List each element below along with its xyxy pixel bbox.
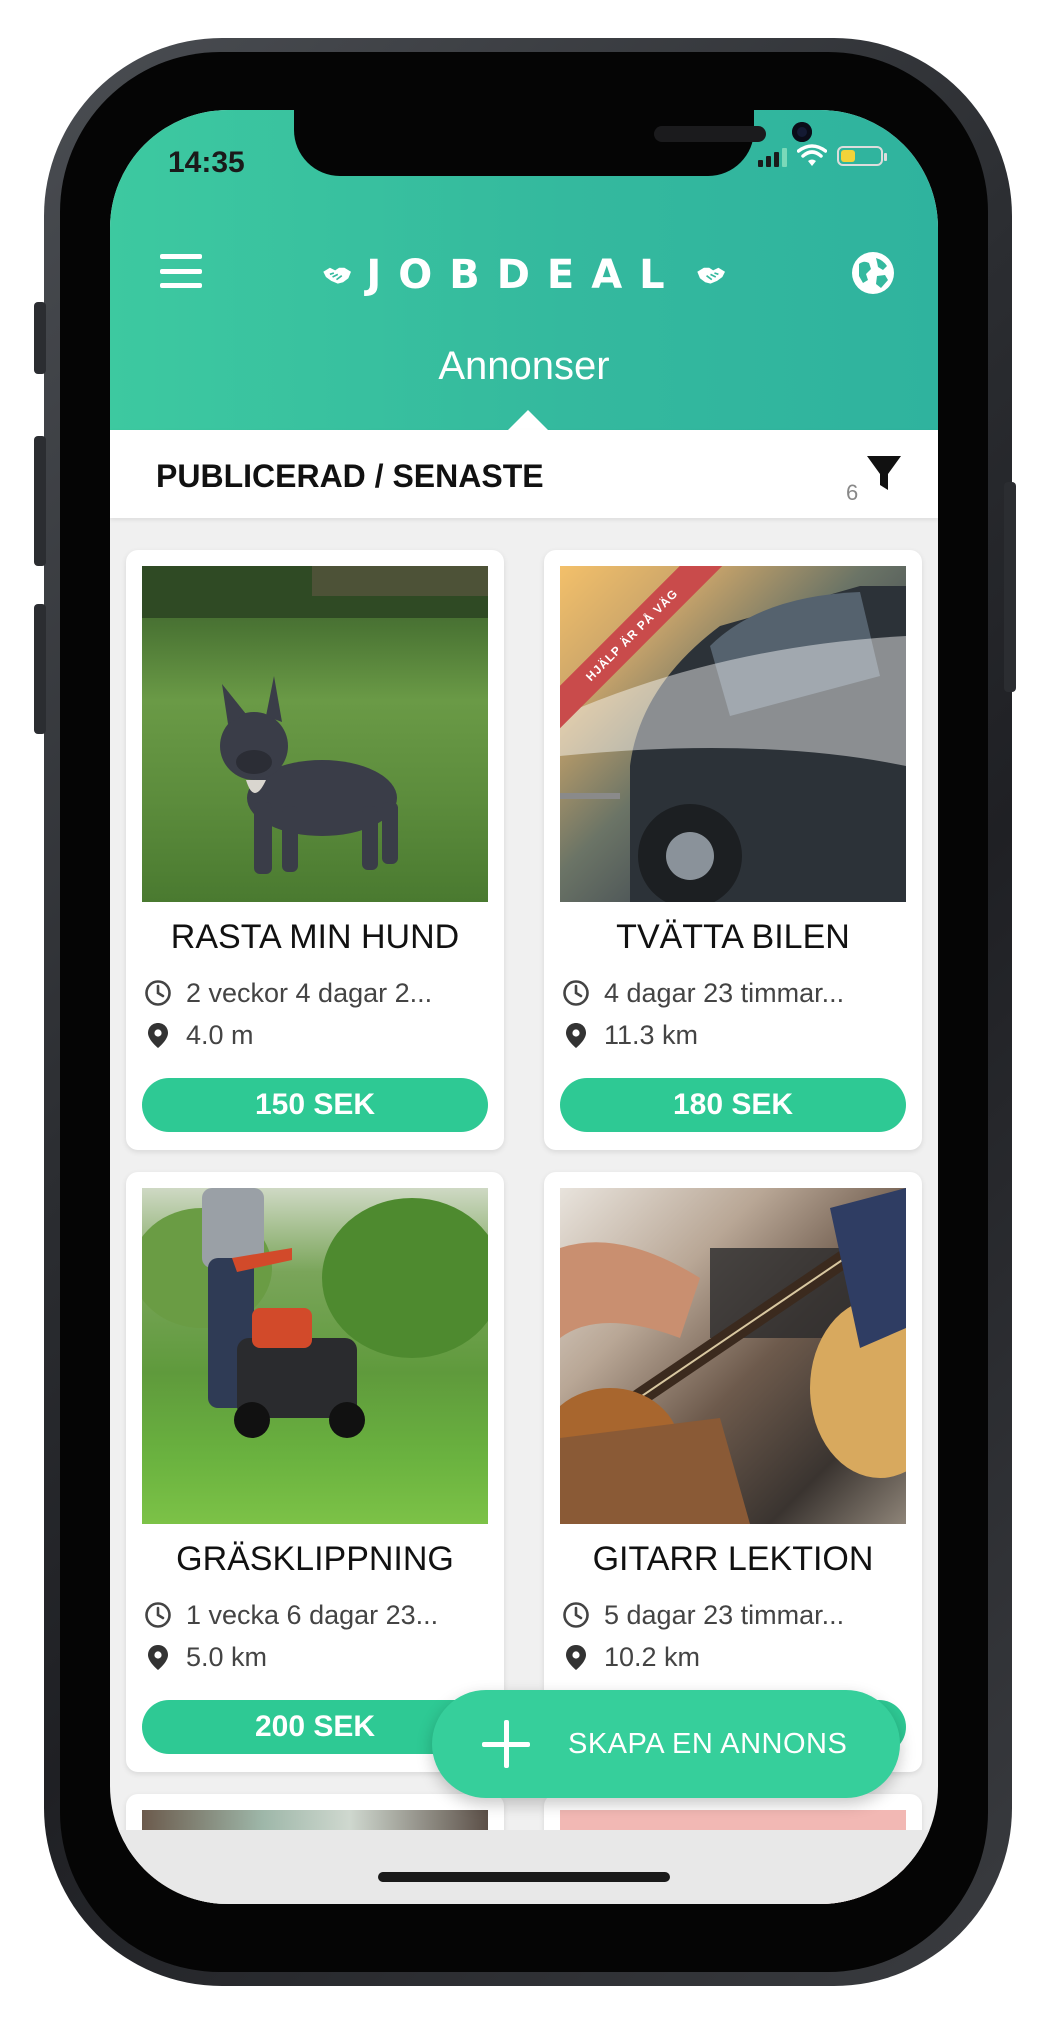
logo-text: JOBDEAL [366, 252, 682, 298]
location-pin-icon [566, 1645, 586, 1670]
menu-icon[interactable] [160, 254, 202, 288]
listing-time-row: 2 veckor 4 dagar 2... [144, 976, 432, 1010]
listing-card[interactable]: RASTA MIN HUND 2 veckor 4 dagar 2... 4.0… [126, 550, 504, 1150]
listing-title: GITARR LEKTION [592, 1540, 874, 1578]
bottom-safe-area [110, 1830, 938, 1904]
tab-indicator [506, 410, 550, 432]
home-indicator[interactable] [378, 1872, 670, 1882]
listing-distance-row: 5.0 km [144, 1640, 267, 1674]
front-camera [792, 122, 812, 142]
listing-title: RASTA MIN HUND [170, 918, 460, 956]
price-button[interactable]: 150 SEK [142, 1078, 488, 1132]
listing-time: 4 dagar 23 timmar... [604, 977, 845, 1008]
create-listing-label: SKAPA EN ANNONS [568, 1727, 848, 1760]
mute-switch [34, 302, 46, 374]
listing-distance-row: 11.3 km [562, 1018, 698, 1052]
sort-label[interactable]: PUBLICERAD / SENASTE [156, 458, 544, 495]
status-ribbon: HJÄLP ÄR PÅ VÄG [560, 566, 740, 746]
listing-time: 1 vecka 6 dagar 23... [186, 1599, 439, 1630]
status-time: 14:35 [168, 146, 245, 179]
price-button[interactable]: 180 SEK [560, 1078, 906, 1132]
filter-icon[interactable] [866, 454, 902, 494]
device-notch [294, 110, 812, 176]
listing-card[interactable]: GRÄSKLIPPNING 1 vecka 6 dagar 23... 5.0 … [126, 1172, 504, 1772]
clock-icon [145, 1602, 171, 1628]
listing-card[interactable]: GITARR LEKTION 5 dagar 23 timmar... 10.2… [544, 1172, 922, 1772]
listing-distance: 4.0 m [186, 1019, 254, 1050]
listing-image-car-wash: HJÄLP ÄR PÅ VÄG [560, 566, 906, 902]
create-listing-button[interactable]: SKAPA EN ANNONS [432, 1690, 900, 1798]
listing-distance: 5.0 km [186, 1641, 268, 1672]
listing-image-lawn-mowing [142, 1188, 488, 1524]
status-ribbon-label: HJÄLP ÄR PÅ VÄG [560, 566, 735, 738]
clock-icon [145, 980, 171, 1006]
plus-icon [482, 1720, 530, 1768]
status-icons [758, 144, 887, 168]
listing-time: 2 veckor 4 dagar 2... [186, 977, 433, 1008]
location-pin-icon [148, 1023, 168, 1048]
listing-title: GRÄSKLIPPNING [176, 1540, 454, 1578]
listing-distance-row: 10.2 km [562, 1640, 700, 1674]
listing-time-row: 4 dagar 23 timmar... [562, 976, 844, 1010]
app-header: 14:35 JOBDEAL Annonser [110, 110, 938, 432]
location-pin-icon [148, 1645, 168, 1670]
listing-distance-row: 4.0 m [144, 1018, 254, 1052]
listing-image-guitar [560, 1188, 906, 1524]
volume-down-button [34, 604, 46, 734]
handshake-icon [323, 267, 351, 284]
clock-icon [563, 1602, 589, 1628]
app-logo: JOBDEAL [322, 250, 726, 300]
battery-icon [837, 146, 887, 166]
speaker-grille [654, 126, 766, 142]
listing-distance: 11.3 km [604, 1019, 699, 1050]
listing-time-row: 1 vecka 6 dagar 23... [144, 1598, 438, 1632]
cellular-signal-icon [758, 145, 787, 167]
listing-time-row: 5 dagar 23 timmar... [562, 1598, 844, 1632]
wifi-icon [797, 144, 827, 166]
listing-distance: 10.2 km [604, 1641, 701, 1672]
listing-time: 5 dagar 23 timmar... [604, 1599, 845, 1630]
sort-filter-bar[interactable]: PUBLICERAD / SENASTE 6 [110, 430, 938, 518]
listing-card[interactable]: HJÄLP ÄR PÅ VÄG TVÄTTA BILEN 4 dagar 23 … [544, 550, 922, 1150]
page-title: Annonser [438, 344, 610, 388]
globe-icon[interactable] [850, 250, 896, 296]
location-pin-icon [566, 1023, 586, 1048]
listing-image-dog [142, 566, 488, 902]
app-screen: 14:35 JOBDEAL Annonser PUBLICERAD / SENA… [110, 110, 938, 1904]
clock-icon [563, 980, 589, 1006]
power-button [1004, 482, 1016, 692]
filter-count-badge: 6 [846, 480, 859, 505]
volume-up-button [34, 436, 46, 566]
listing-title: TVÄTTA BILEN [616, 918, 850, 956]
handshake-icon [696, 267, 725, 284]
